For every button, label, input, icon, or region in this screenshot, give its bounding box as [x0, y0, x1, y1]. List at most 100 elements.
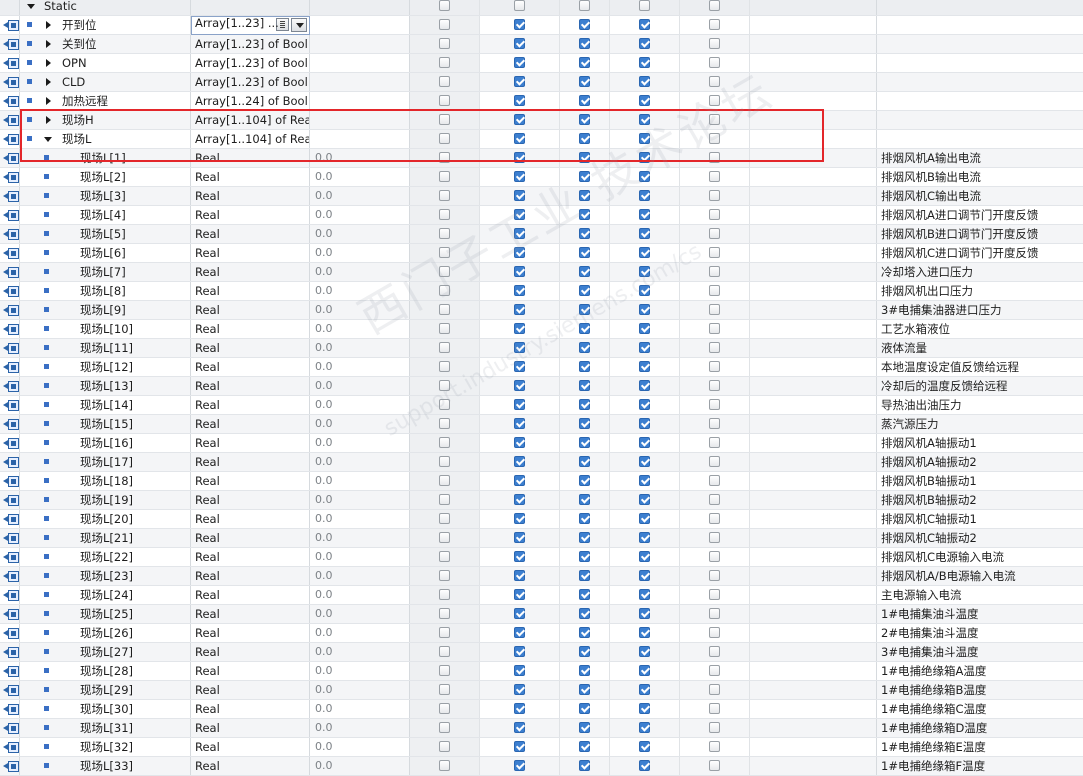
comment-cell[interactable]: 排烟风机B进口调节门开度反馈: [877, 225, 1083, 243]
comment-cell[interactable]: 1#电捕绝缘箱C温度: [877, 700, 1083, 718]
checkbox-unchecked[interactable]: [709, 152, 720, 163]
data-type-cell[interactable]: Array[1..104] of Real: [191, 130, 310, 148]
data-type-cell[interactable]: Real: [191, 149, 310, 167]
checkbox-unchecked[interactable]: [709, 38, 720, 49]
array-element-row[interactable]: 现场L[10] Real 0.0 工艺水箱液位: [0, 320, 1083, 339]
checkbox-checked[interactable]: [639, 114, 650, 125]
checkbox-checked[interactable]: [579, 494, 590, 505]
default-value[interactable]: 0.0: [310, 719, 410, 737]
checkbox-checked[interactable]: [579, 646, 590, 657]
checkbox-checked[interactable]: [579, 456, 590, 467]
array-element-row[interactable]: 现场L[26] Real 0.0 2#电捕集油斗温度: [0, 624, 1083, 643]
checkbox-checked[interactable]: [514, 684, 525, 695]
checkbox-unchecked[interactable]: [439, 760, 450, 771]
checkbox-checked[interactable]: [514, 551, 525, 562]
checkbox-unchecked[interactable]: [439, 665, 450, 676]
checkbox-checked[interactable]: [579, 703, 590, 714]
checkbox-checked[interactable]: [514, 513, 525, 524]
checkbox-checked[interactable]: [514, 608, 525, 619]
array-element-row[interactable]: 现场L[33] Real 0.0 1#电捕绝缘箱F温度: [0, 757, 1083, 776]
checkbox-unchecked[interactable]: [439, 304, 450, 315]
checkbox-unchecked[interactable]: [709, 589, 720, 600]
default-value[interactable]: 0.0: [310, 586, 410, 604]
data-type-cell[interactable]: Real: [191, 757, 310, 775]
checkbox-unchecked[interactable]: [439, 380, 450, 391]
data-type-cell[interactable]: Real: [191, 529, 310, 547]
data-type-cell[interactable]: Real: [191, 472, 310, 490]
tag-row[interactable]: OPN Array[1..23] of Bool: [0, 54, 1083, 73]
checkbox-unchecked[interactable]: [439, 722, 450, 733]
element-name-cell[interactable]: 现场L[32]: [20, 738, 191, 756]
checkbox-checked[interactable]: [639, 418, 650, 429]
checkbox-unchecked[interactable]: [709, 247, 720, 258]
checkbox-checked[interactable]: [639, 760, 650, 771]
checkbox-unchecked[interactable]: [439, 209, 450, 220]
checkbox[interactable]: [579, 0, 590, 11]
checkbox-checked[interactable]: [639, 589, 650, 600]
array-element-row[interactable]: 现场L[8] Real 0.0 排烟风机出口压力: [0, 282, 1083, 301]
checkbox-unchecked[interactable]: [709, 475, 720, 486]
checkbox-unchecked[interactable]: [709, 304, 720, 315]
default-value[interactable]: 0.0: [310, 434, 410, 452]
tag-row[interactable]: 加热远程 Array[1..24] of Bool: [0, 92, 1083, 111]
checkbox-checked[interactable]: [639, 209, 650, 220]
checkbox-checked[interactable]: [579, 361, 590, 372]
checkbox-checked[interactable]: [514, 760, 525, 771]
tag-name-cell[interactable]: OPN: [20, 54, 191, 72]
checkbox-checked[interactable]: [514, 627, 525, 638]
checkbox-unchecked[interactable]: [709, 76, 720, 87]
checkbox-checked[interactable]: [514, 589, 525, 600]
element-name-cell[interactable]: 现场L[4]: [20, 206, 191, 224]
tag-name-cell[interactable]: 现场H: [20, 111, 191, 129]
checkbox-checked[interactable]: [579, 57, 590, 68]
data-type-cell[interactable]: Real: [191, 187, 310, 205]
checkbox-unchecked[interactable]: [709, 380, 720, 391]
checkbox-checked[interactable]: [579, 684, 590, 695]
checkbox-checked[interactable]: [639, 133, 650, 144]
checkbox[interactable]: [639, 0, 650, 11]
comment-cell[interactable]: 排烟风机A轴振动2: [877, 453, 1083, 471]
checkbox-checked[interactable]: [579, 513, 590, 524]
checkbox-checked[interactable]: [514, 95, 525, 106]
checkbox-unchecked[interactable]: [709, 19, 720, 30]
checkbox-checked[interactable]: [579, 380, 590, 391]
default-value[interactable]: 0.0: [310, 339, 410, 357]
checkbox-checked[interactable]: [514, 19, 525, 30]
checkbox-unchecked[interactable]: [439, 627, 450, 638]
data-type-cell[interactable]: Real: [191, 377, 310, 395]
checkbox-checked[interactable]: [514, 247, 525, 258]
checkbox-checked[interactable]: [579, 228, 590, 239]
checkbox-checked[interactable]: [639, 152, 650, 163]
default-value[interactable]: 0.0: [310, 225, 410, 243]
comment-cell[interactable]: 2#电捕集油斗温度: [877, 624, 1083, 642]
checkbox-unchecked[interactable]: [439, 646, 450, 657]
default-value[interactable]: 0.0: [310, 567, 410, 585]
comment-cell[interactable]: 3#电捕集油器进口压力: [877, 301, 1083, 319]
comment-cell[interactable]: 导热油出油压力: [877, 396, 1083, 414]
checkbox-checked[interactable]: [639, 703, 650, 714]
array-element-row[interactable]: 现场L[17] Real 0.0 排烟风机A轴振动2: [0, 453, 1083, 472]
checkbox-unchecked[interactable]: [709, 532, 720, 543]
checkbox-unchecked[interactable]: [709, 570, 720, 581]
default-value[interactable]: 0.0: [310, 187, 410, 205]
element-name-cell[interactable]: 现场L[6]: [20, 244, 191, 262]
default-value[interactable]: 0.0: [310, 320, 410, 338]
default-value[interactable]: 0.0: [310, 453, 410, 471]
checkbox-checked[interactable]: [579, 760, 590, 771]
default-value[interactable]: 0.0: [310, 548, 410, 566]
checkbox-unchecked[interactable]: [709, 190, 720, 201]
array-element-row[interactable]: 现场L[13] Real 0.0 冷却后的温度反馈给远程: [0, 377, 1083, 396]
element-name-cell[interactable]: 现场L[12]: [20, 358, 191, 376]
checkbox-checked[interactable]: [639, 475, 650, 486]
checkbox-checked[interactable]: [579, 475, 590, 486]
checkbox-checked[interactable]: [579, 741, 590, 752]
array-element-row[interactable]: 现场L[25] Real 0.0 1#电捕集油斗温度: [0, 605, 1083, 624]
checkbox-unchecked[interactable]: [439, 399, 450, 410]
default-value[interactable]: 0.0: [310, 757, 410, 775]
checkbox-checked[interactable]: [579, 665, 590, 676]
checkbox-unchecked[interactable]: [439, 494, 450, 505]
dropdown-button[interactable]: [291, 18, 307, 32]
element-name-cell[interactable]: 现场L[5]: [20, 225, 191, 243]
checkbox-unchecked[interactable]: [709, 627, 720, 638]
tag-name-cell[interactable]: CLD: [20, 73, 191, 91]
